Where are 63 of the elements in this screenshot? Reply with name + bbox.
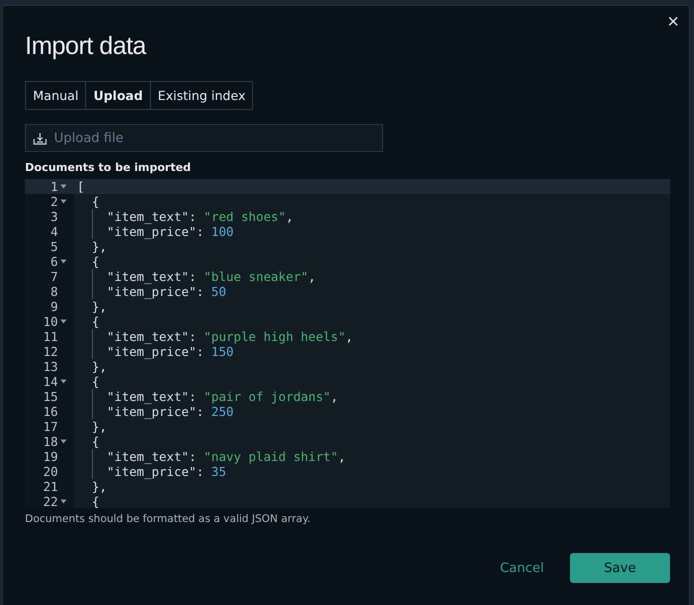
code-line: "item_text": "pair of jordans", xyxy=(106,389,338,404)
code-line: { xyxy=(92,254,100,269)
code-line: { xyxy=(92,314,100,329)
line-number: 18 xyxy=(43,434,58,449)
code-line: { xyxy=(92,434,100,449)
upload-icon xyxy=(33,132,47,145)
fold-arrow-icon[interactable] xyxy=(60,439,67,444)
line-number: 16 xyxy=(43,404,58,419)
hint-text: Documents should be formatted as a valid JSON array. xyxy=(25,513,312,525)
fold-arrow-icon[interactable] xyxy=(60,199,67,204)
tab[interactable]: Existing index xyxy=(150,82,252,109)
line-number: 17 xyxy=(43,419,58,434)
code-line: }, xyxy=(92,419,107,434)
save-button[interactable]: Save xyxy=(570,553,670,583)
fold-arrow-icon[interactable] xyxy=(60,184,67,189)
line-number: 4 xyxy=(50,224,58,239)
code-line: "item_price": 250 xyxy=(106,404,234,419)
code-line: "item_price": 35 xyxy=(106,464,226,479)
line-number: 14 xyxy=(43,374,58,389)
line-number: 7 xyxy=(50,269,58,284)
line-number: 11 xyxy=(43,329,58,344)
line-number: 3 xyxy=(50,209,58,224)
cancel-button[interactable]: Cancel xyxy=(498,556,546,580)
fold-arrow-icon[interactable] xyxy=(60,499,67,504)
fold-arrow-icon[interactable] xyxy=(60,319,67,324)
line-number: 15 xyxy=(43,389,58,404)
line-number: 9 xyxy=(50,299,58,314)
code-line: "item_price": 100 xyxy=(106,224,234,239)
line-number: 6 xyxy=(50,254,58,269)
code-line: "item_price": 50 xyxy=(106,284,226,299)
tab[interactable]: Manual xyxy=(26,82,86,109)
code-line: [ xyxy=(77,179,84,194)
code-editor[interactable] xyxy=(25,179,670,508)
line-number: 2 xyxy=(50,194,58,209)
code-line: }, xyxy=(92,359,107,374)
editor-label: Documents to be imported xyxy=(25,161,192,174)
code-line: "item_text": "blue sneaker", xyxy=(106,269,316,284)
fold-arrow-icon[interactable] xyxy=(60,259,67,264)
tab[interactable]: Upload xyxy=(85,82,150,109)
code-line: { xyxy=(92,494,100,508)
line-number: 19 xyxy=(43,449,58,464)
line-number: 21 xyxy=(43,479,58,494)
line-number: 13 xyxy=(43,359,58,374)
code-line: }, xyxy=(92,299,107,314)
line-number: 5 xyxy=(50,239,58,254)
code-line: { xyxy=(92,194,100,209)
upload-field[interactable]: Upload file xyxy=(25,124,383,152)
code-line: "item_text": "navy plaid shirt", xyxy=(106,449,346,464)
line-number: 8 xyxy=(50,284,58,299)
code-line: "item_price": 150 xyxy=(106,344,234,359)
line-number: 22 xyxy=(43,494,58,508)
line-number: 12 xyxy=(43,344,58,359)
line-number: 20 xyxy=(43,464,58,479)
dialog-title: Import data xyxy=(25,32,148,61)
fold-arrow-icon[interactable] xyxy=(60,379,67,384)
line-number: 1 xyxy=(50,179,58,194)
code-line: }, xyxy=(92,239,107,254)
close-button[interactable]: × xyxy=(665,12,681,32)
code-line: "item_text": "red shoes", xyxy=(106,209,294,224)
code-line: }, xyxy=(92,479,107,494)
code-line: { xyxy=(92,374,100,389)
line-number: 10 xyxy=(43,314,58,329)
code-line: "item_text": "purple high heels", xyxy=(106,329,354,344)
